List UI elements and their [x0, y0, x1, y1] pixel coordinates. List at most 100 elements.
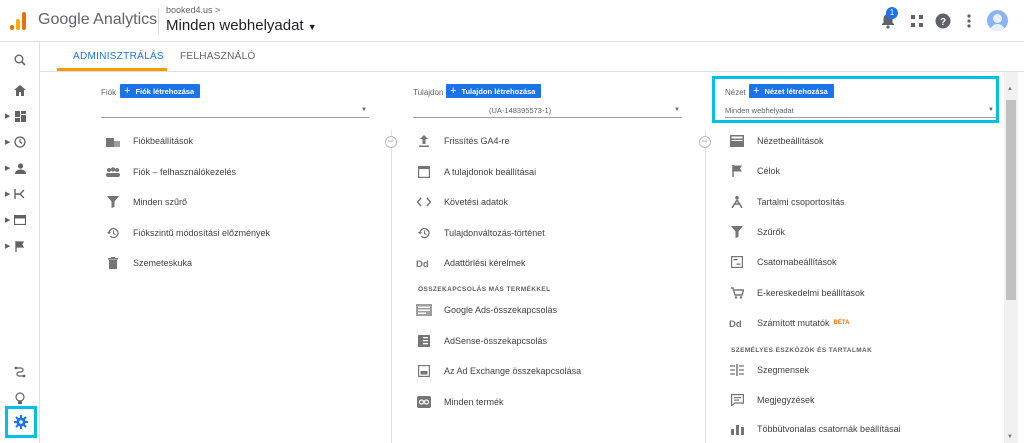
property-link-item[interactable]: Google Ads-összekapcsolás — [416, 300, 557, 320]
search-icon[interactable] — [8, 50, 32, 70]
svg-text:?: ? — [940, 17, 946, 28]
person-icon[interactable] — [8, 158, 32, 178]
view-tool-item[interactable]: Szegmensek — [729, 360, 809, 380]
property-menu-item[interactable]: Frissítés GA4-re — [416, 131, 510, 151]
account-menu-item[interactable]: Fiókszintű módosítási előzmények — [105, 223, 270, 243]
user-avatar[interactable] — [987, 10, 1008, 31]
property-menu-item-label: Követési adatok — [444, 197, 509, 207]
create-property-button[interactable]: + Tulajdon létrehozása — [446, 84, 542, 98]
scrollbar-thumb[interactable] — [1006, 100, 1016, 300]
property-link-item[interactable]: AdSense-összekapcsolás — [416, 331, 547, 351]
home-icon[interactable] — [8, 80, 32, 100]
account-breadcrumb[interactable]: booked4.us > — [166, 5, 220, 15]
view-menu-item[interactable]: E-kereskedelmi beállítások — [729, 283, 865, 303]
attribution-icon[interactable] — [8, 362, 32, 382]
property-menu-item-label: Tulajdonváltozás-történet — [444, 227, 545, 238]
property-link-item[interactable]: Az Ad Exchange összekapcsolása — [416, 361, 581, 381]
property-select[interactable]: (UA-148395573-1) ▼ — [413, 104, 682, 118]
brand-title[interactable]: Google Analytics — [38, 11, 157, 29]
account-select[interactable]: ▼ — [101, 104, 369, 118]
property-menu-item-label: Adattörlési kérelmek — [444, 258, 526, 268]
clock-icon[interactable] — [8, 132, 32, 152]
acquisition-icon[interactable] — [8, 184, 32, 204]
filter-icon — [105, 194, 121, 210]
view-tool-item-label: Szegmensek — [757, 365, 810, 375]
scroll-up-icon[interactable]: ▲ — [1007, 86, 1013, 92]
lightbulb-icon[interactable] — [8, 388, 32, 408]
view-menu-item-label: Célok — [757, 166, 781, 177]
view-tool-item-label: Többütvonalas csatornák beállításai — [757, 424, 901, 434]
beta-badge: BÉTA — [833, 319, 850, 326]
account-menu-item[interactable]: Fiókbeállítások — [105, 131, 193, 151]
top-header: Google Analytics booked4.us > Minden web… — [0, 0, 1024, 42]
view-menu-item-label: Tartalmi csoportosítás — [757, 196, 845, 207]
property-menu-item[interactable]: Tulajdonváltozás-történet — [416, 223, 545, 243]
history-icon — [105, 225, 121, 241]
svg-text:Dd: Dd — [729, 319, 742, 328]
help-icon[interactable]: ? — [933, 11, 953, 31]
chevron-down-icon: ▼ — [307, 22, 317, 32]
property-menu-item-label: Frissítés GA4-re — [444, 136, 510, 146]
account-menu-item-label: Szemeteskuka — [133, 258, 193, 268]
segments-icon — [729, 362, 745, 378]
account-menu-item-label: Fiók – felhasználókezelés — [133, 166, 237, 177]
more-vert-icon[interactable] — [959, 11, 979, 31]
notification-count-badge: 1 — [886, 7, 898, 19]
property-link-item-label: Az Ad Exchange összekapcsolása — [444, 366, 582, 376]
create-account-label: Fiók létrehozása — [135, 86, 195, 96]
flag-icon[interactable] — [8, 236, 32, 256]
trash-icon — [105, 255, 121, 271]
property-link-item-label: AdSense-összekapcsolás — [444, 335, 548, 346]
view-selector[interactable]: Minden webhelyadat ▼ — [166, 17, 317, 34]
dashboard-icon[interactable] — [8, 106, 32, 126]
view-menu-item[interactable]: Szűrők — [729, 222, 785, 242]
view-menu-item-label: Számított mutatók — [757, 317, 830, 328]
account-menu-item-label: Fiókbeállítások — [133, 136, 194, 146]
property-menu-item[interactable]: Követési adatok — [416, 192, 508, 212]
arrow-right-icon: ⇨ — [699, 136, 711, 148]
view-menu-item[interactable]: Nézetbeállítások — [729, 131, 824, 151]
view-tool-item-label: Megjegyzések — [757, 394, 815, 405]
create-account-button[interactable]: + Fiók létrehozása — [120, 84, 201, 98]
analytics-logo-icon[interactable] — [10, 12, 28, 30]
channel-icon — [729, 254, 745, 270]
view-menu-item[interactable]: Csatornabeállítások — [729, 252, 837, 272]
create-property-label: Tulajdon létrehozása — [461, 86, 536, 96]
view-menu-item[interactable]: Tartalmi csoportosítás — [729, 192, 845, 212]
view-tool-item[interactable]: Többütvonalas csatornák beállításai — [729, 419, 901, 439]
view-highlight-box — [712, 76, 999, 123]
property-link-item-label: Minden termék — [444, 396, 504, 407]
account-menu-item[interactable]: Szemeteskuka — [105, 253, 192, 273]
property-label: Tulajdon — [413, 88, 444, 97]
history-icon — [416, 225, 432, 241]
account-menu-item[interactable]: Fiók – felhasználókezelés — [105, 162, 236, 182]
property-link-item[interactable]: Minden termék — [416, 392, 504, 412]
account-menu-item[interactable]: Minden szűrő — [105, 192, 187, 212]
tab-user[interactable]: FELHASZNÁLÓ — [180, 51, 256, 62]
account-label: Fiók — [101, 88, 117, 97]
view-selector-label: Minden webhelyadat — [166, 17, 304, 34]
property-link-item-label: Google Ads-összekapcsolás — [444, 305, 558, 315]
header-divider — [158, 8, 159, 34]
plus-icon: + — [124, 85, 131, 97]
apps-grid-icon[interactable] — [907, 11, 927, 31]
view-menu-item[interactable]: Dd Számított mutatók BÉTA — [729, 313, 849, 333]
cart-icon — [729, 285, 745, 301]
scroll-down-icon[interactable]: ▼ — [1007, 434, 1013, 440]
admin-gear-icon[interactable] — [5, 406, 37, 438]
plus-icon: + — [450, 85, 457, 97]
behavior-icon[interactable] — [8, 210, 32, 230]
property-menu-item[interactable]: Dd Adattörlési kérelmek — [416, 253, 526, 273]
people-icon — [105, 164, 121, 180]
dd-icon: Dd — [729, 315, 745, 331]
property-menu-item[interactable]: A tulajdonok beállításai — [416, 162, 536, 182]
view-menu-item[interactable]: Célok — [729, 161, 780, 181]
account-menu-item-label: Fiókszintű módosítási előzmények — [133, 227, 271, 238]
svg-text:Dd: Dd — [416, 259, 429, 268]
dd-icon: Dd — [416, 255, 432, 271]
view-tool-item[interactable]: Megjegyzések — [729, 390, 815, 410]
tab-admin[interactable]: ADMINISZTRÁLÁS — [73, 51, 164, 62]
view-menu-item-label: Szűrők — [757, 226, 786, 237]
tools-section-heading: SZEMÉLYES ESZKÖZÖK ÉS TARTALMAK — [731, 347, 873, 354]
flag-icon — [729, 163, 745, 179]
